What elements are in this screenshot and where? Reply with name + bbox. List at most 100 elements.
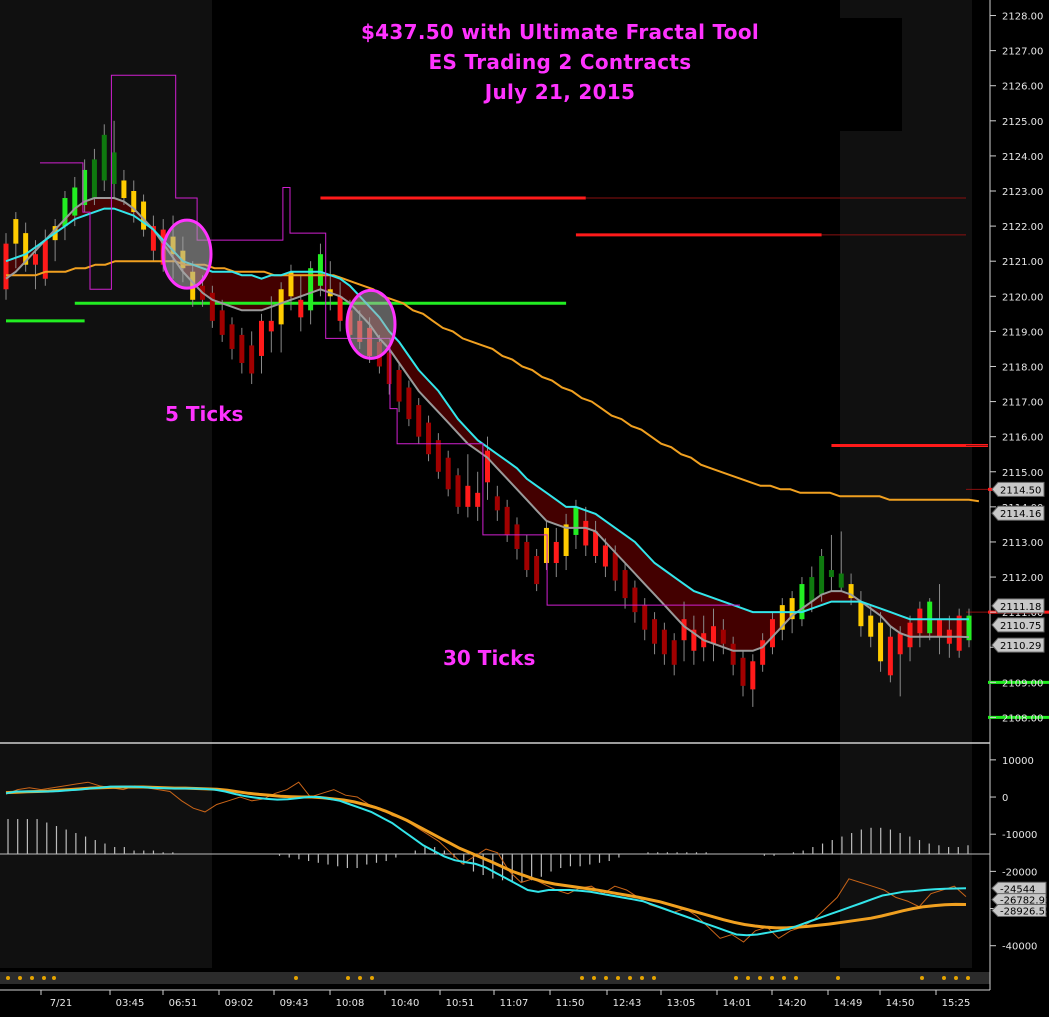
candle-body xyxy=(927,601,933,634)
candle-body xyxy=(219,310,225,335)
candle-body xyxy=(799,584,805,620)
title-line-3: July 21, 2015 xyxy=(484,80,636,104)
x-tick-label: 14:01 xyxy=(723,998,752,1009)
candle-body xyxy=(602,545,608,567)
session-dot xyxy=(794,976,798,980)
session-dot xyxy=(580,976,584,980)
timeline-strip xyxy=(0,972,990,984)
y-tick-label: 2127.00 xyxy=(1002,47,1043,58)
session-dot xyxy=(30,976,34,980)
candle-body xyxy=(671,640,677,665)
chart-canvas: 2108.002109.002110.002111.002112.002113.… xyxy=(0,0,1049,1009)
session-dot xyxy=(942,976,946,980)
session-dot xyxy=(42,976,46,980)
candle-body xyxy=(809,577,815,602)
session-dot xyxy=(370,976,374,980)
y-tick-label: 2108.00 xyxy=(1002,713,1043,724)
y-tick-label: 2115.00 xyxy=(1002,468,1043,479)
candle-body xyxy=(278,289,284,325)
candle-body xyxy=(897,633,903,655)
candle-body xyxy=(956,615,962,651)
x-tick-label: 06:51 xyxy=(169,998,198,1009)
y-tick-label: 2118.00 xyxy=(1002,362,1043,373)
candle-body xyxy=(917,608,923,634)
price-tag-label: 2110.75 xyxy=(1000,621,1041,632)
candle-body xyxy=(268,320,274,332)
candle-body xyxy=(298,299,304,318)
candle-body xyxy=(583,520,589,546)
title-backdrop xyxy=(840,18,902,131)
candle-body xyxy=(711,626,717,644)
candle-body xyxy=(337,296,343,321)
candle-body xyxy=(32,254,38,265)
candle-body xyxy=(494,496,500,511)
y-tick-label: 2109.00 xyxy=(1002,678,1043,689)
candle-body xyxy=(249,345,255,374)
session-dot xyxy=(954,976,958,980)
candle-body xyxy=(455,475,461,507)
candle-body xyxy=(750,661,756,690)
session-dot xyxy=(294,976,298,980)
entry-highlight-2 xyxy=(345,288,397,360)
y-tick-label: 2113.00 xyxy=(1002,538,1043,549)
candle-body xyxy=(534,555,540,585)
y-tick-label: 2123.00 xyxy=(1002,187,1043,198)
candle-body xyxy=(907,622,913,648)
candle-body xyxy=(13,219,19,244)
annotation-30-ticks: 30 Ticks xyxy=(443,646,536,670)
session-dot xyxy=(604,976,608,980)
candle-body xyxy=(101,134,107,181)
session-dot xyxy=(346,976,350,980)
candle-body xyxy=(406,387,412,420)
x-tick-label: 09:02 xyxy=(225,998,254,1009)
x-tick-label: 10:08 xyxy=(336,998,365,1009)
session-dot xyxy=(758,976,762,980)
session-dot xyxy=(836,976,840,980)
candle-body xyxy=(416,405,422,437)
candle-body xyxy=(524,541,530,571)
session-dot xyxy=(920,976,924,980)
x-tick-label: 11:07 xyxy=(500,998,529,1009)
candle-body xyxy=(386,352,392,385)
candle-body xyxy=(937,619,943,637)
x-tick-label: 15:25 xyxy=(942,998,971,1009)
y-tick-label: 2126.00 xyxy=(1002,82,1043,93)
candle-body xyxy=(475,492,481,507)
candle-body xyxy=(445,457,451,490)
x-tick-label: 12:43 xyxy=(613,998,642,1009)
y-tick-label: 2112.00 xyxy=(1002,573,1043,584)
session-dot xyxy=(770,976,774,980)
y-tick-label: 2120.00 xyxy=(1002,292,1043,303)
session-dot xyxy=(746,976,750,980)
osc-tick-label: 10000 xyxy=(1002,756,1034,767)
y-tick-label: 2116.00 xyxy=(1002,433,1043,444)
title-line-1: $437.50 with Ultimate Fractal Tool xyxy=(360,20,760,44)
x-tick-label: 09:43 xyxy=(280,998,309,1009)
y-tick-label: 2125.00 xyxy=(1002,117,1043,128)
x-tick-label: 11:50 xyxy=(556,998,585,1009)
candle-body xyxy=(426,422,432,455)
candle-body xyxy=(720,629,726,644)
osc-tick-label: -10000 xyxy=(1002,830,1037,841)
y-tick-label: 2117.00 xyxy=(1002,398,1043,409)
candle-body xyxy=(887,636,893,676)
session-dot xyxy=(640,976,644,980)
candle-body xyxy=(121,180,127,199)
x-tick-label: 03:45 xyxy=(116,998,145,1009)
candle-body xyxy=(652,619,658,644)
x-tick-label: 7/21 xyxy=(50,998,72,1009)
x-tick-label: 10:51 xyxy=(446,998,475,1009)
osc-tick-label: -40000 xyxy=(1002,942,1037,953)
session-dot xyxy=(592,976,596,980)
title-line-2: ES Trading 2 Contracts xyxy=(428,50,692,74)
candle-body xyxy=(317,254,323,286)
candle-body xyxy=(730,643,736,665)
x-tick-label: 13:05 xyxy=(667,998,696,1009)
session-dot xyxy=(628,976,632,980)
candle-body xyxy=(563,524,569,556)
candle-body xyxy=(681,619,687,641)
candle-body xyxy=(828,570,834,578)
candle-body xyxy=(209,292,215,321)
candle-body xyxy=(111,152,117,184)
candle-body xyxy=(435,440,441,472)
